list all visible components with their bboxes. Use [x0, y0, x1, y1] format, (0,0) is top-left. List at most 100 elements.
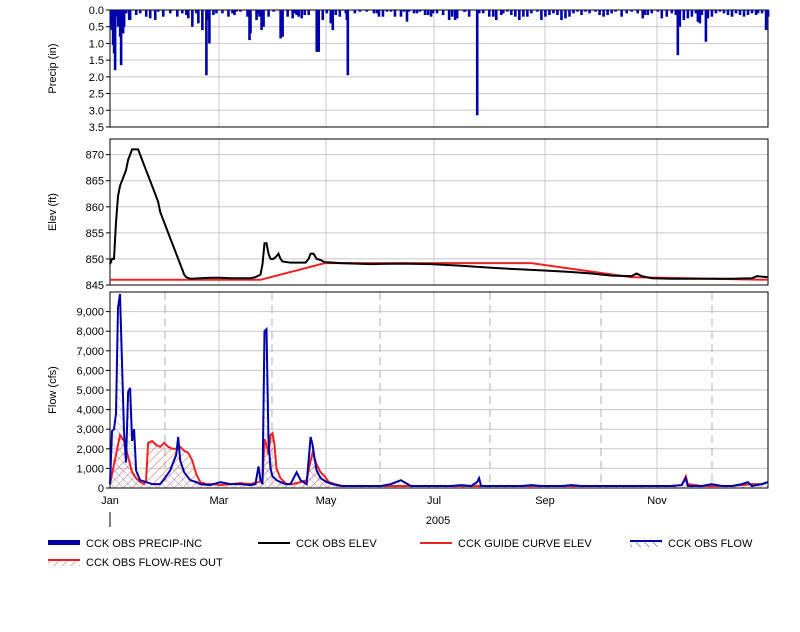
x-tick-label: May: [316, 495, 337, 507]
y-axis-label: Flow (cfs): [47, 366, 59, 414]
precip-bar: [686, 10, 690, 19]
precip-bar: [738, 10, 742, 16]
precip-bar: [187, 10, 190, 19]
y-tick-label: 1.0: [89, 38, 104, 50]
y-tick-label: 6,000: [76, 365, 104, 377]
precip-bar: [426, 10, 430, 16]
precip-bar: [377, 10, 381, 17]
precip-bar: [556, 10, 559, 16]
precip-bar: [148, 10, 152, 19]
legend-item: CCK OBS FLOW-RES OUT: [48, 557, 223, 569]
y-tick-label: 3.5: [89, 122, 104, 134]
precip-bar: [239, 10, 242, 12]
precip-bar: [153, 10, 157, 21]
precip-bar: [353, 10, 357, 14]
precip-bar: [407, 10, 411, 12]
precip-bar: [660, 10, 664, 19]
precip-bar: [665, 10, 669, 17]
precip-bar: [435, 10, 439, 14]
y-tick-label: 855: [86, 228, 104, 240]
y-tick-label: 2.5: [89, 89, 104, 101]
precip-bar: [548, 10, 551, 16]
precip-bar: [742, 10, 746, 17]
precip-bar: [584, 10, 587, 12]
precip-bar: [766, 10, 770, 17]
precip-bar: [700, 10, 704, 16]
precip-bar: [450, 10, 454, 17]
precip-bar: [393, 10, 397, 17]
x-tick-label: Mar: [210, 495, 229, 507]
precip-bar: [168, 10, 172, 14]
precip-bar: [227, 10, 230, 17]
precip-bar: [124, 10, 128, 14]
y-tick-label: 8,000: [76, 326, 104, 338]
precip-bar: [625, 10, 628, 14]
legend-label: CCK OBS FLOW-RES OUT: [86, 557, 223, 569]
precip-bar: [598, 10, 601, 16]
precip-bar: [614, 10, 617, 12]
precip-bar: [475, 10, 479, 116]
precip-bar: [372, 10, 376, 14]
precip-bar: [536, 10, 539, 12]
precip-bar: [338, 10, 342, 17]
precip-bar: [281, 10, 284, 37]
precip-bar: [730, 10, 734, 17]
y-tick-label: 3.0: [89, 105, 104, 117]
precip-bar: [756, 10, 760, 14]
precip-bar: [267, 10, 270, 17]
precip-bar: [325, 10, 329, 14]
precip-bar: [286, 10, 289, 17]
precip-bar: [544, 10, 547, 17]
precip-bar: [215, 10, 218, 14]
precip-bar: [385, 10, 389, 12]
y-tick-label: 865: [86, 176, 104, 188]
chart-svg: 0.00.51.01.52.02.53.03.5Precip (in) 8458…: [47, 5, 770, 569]
precip-bar: [522, 10, 525, 17]
precip-bar: [670, 10, 674, 14]
hydrograph-chart: 0.0 0.5 1.0 1.5 2.0 2.5 3.0 3.5 Precip (in) 845 8…: [0, 0, 800, 627]
legend-label: CCK OBS FLOW: [668, 538, 753, 550]
precip-bar: [481, 10, 485, 14]
precip-bar: [272, 10, 275, 12]
precip-bar: [606, 10, 609, 16]
precip-bar: [714, 10, 718, 14]
precip-bar: [176, 10, 179, 17]
legend: CCK OBS PRECIP-INC CCK OBS ELEV CCK GUIDE …: [48, 538, 753, 569]
legend-label: CCK OBS PRECIP-INC: [86, 538, 202, 550]
precip-bar: [321, 10, 325, 21]
precip-bar: [564, 10, 567, 19]
precip-bar: [540, 10, 543, 21]
y-tick-label: 1,000: [76, 463, 104, 475]
legend-item: CCK OBS FLOW: [630, 538, 753, 550]
precip-bar: [317, 10, 321, 52]
x-tick-label: Jul: [427, 495, 441, 507]
precip-bar: [197, 10, 200, 24]
precip-bar: [610, 10, 613, 14]
precip-bar: [441, 10, 445, 16]
y-tick-label: 4,000: [76, 405, 104, 417]
precip-bar: [518, 10, 521, 21]
precip-bar: [568, 10, 571, 17]
y-tick-label: 1.5: [89, 55, 104, 67]
precip-bar: [643, 10, 647, 16]
precip-bar: [710, 10, 714, 17]
precip-bar: [506, 10, 509, 12]
precip-bar: [494, 10, 498, 21]
precip-bar: [191, 10, 194, 27]
precip-bar: [588, 10, 591, 14]
precip-bar: [128, 10, 132, 21]
precip-bar: [530, 10, 533, 14]
precip-bar: [431, 10, 435, 14]
y-tick-label: 5,000: [76, 385, 104, 397]
precip-bar: [297, 10, 300, 17]
x-tick-label: Sep: [535, 495, 555, 507]
precip-bar: [138, 10, 142, 14]
x-tick-label: Nov: [647, 495, 667, 507]
legend-item: CCK OBS PRECIP-INC: [48, 538, 202, 550]
y-tick-label: 0.0: [89, 5, 104, 17]
precip-bar: [678, 10, 682, 27]
legend-item: CCK GUIDE CURVE ELEV: [420, 538, 592, 550]
precip-bar: [161, 10, 165, 17]
precip-bar: [650, 10, 654, 14]
precip-bar: [630, 10, 633, 12]
